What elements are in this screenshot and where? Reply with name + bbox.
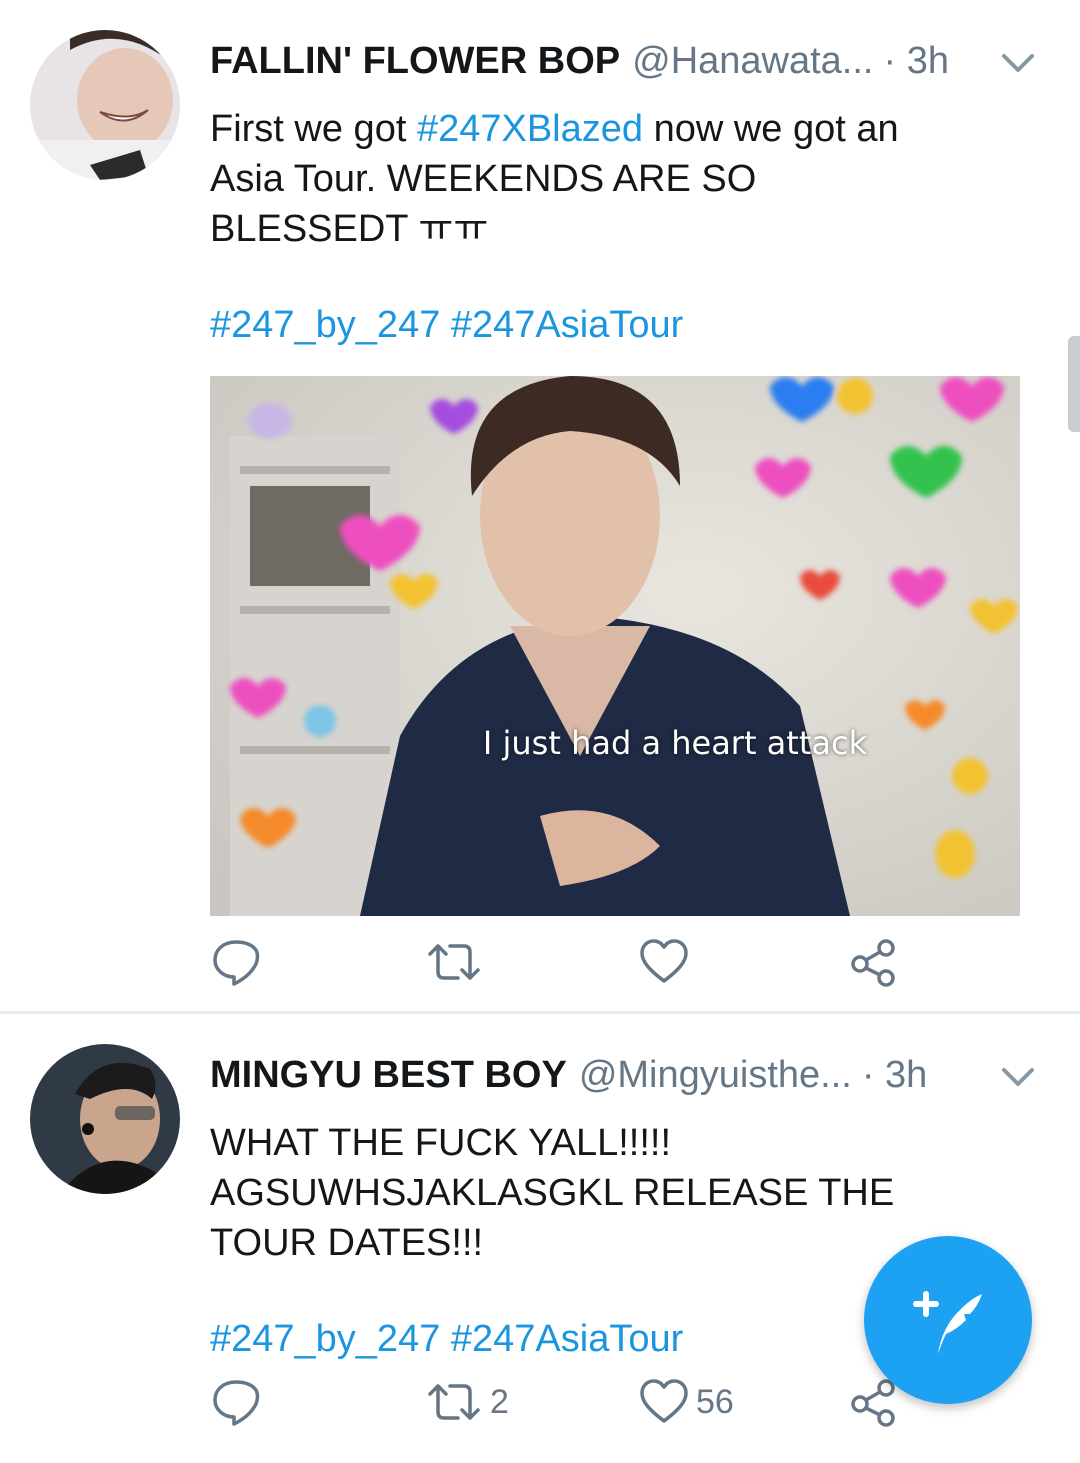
- tweet-actions: 2 56: [210, 1372, 930, 1432]
- retweet-button[interactable]: [424, 932, 490, 992]
- compose-tweet-button[interactable]: [864, 1236, 1032, 1404]
- scrollbar-thumb[interactable]: [1068, 336, 1080, 432]
- reply-button[interactable]: [210, 932, 268, 992]
- tweet-actions: [210, 932, 930, 992]
- like-button[interactable]: [638, 932, 696, 992]
- tweet-text: WHAT THE FUCK YALL!!!!! AGSUWHSJAKLASGKL…: [210, 1122, 895, 1264]
- tweet-image[interactable]: I just had a heart attack: [210, 376, 1020, 916]
- user-handle[interactable]: @Hanawata...: [632, 40, 873, 83]
- like-button[interactable]: 56: [638, 1372, 734, 1432]
- tweet-text: First we got #247XBlazed now we got an A…: [210, 104, 950, 254]
- avatar[interactable]: [30, 1044, 180, 1194]
- share-icon: [848, 936, 900, 988]
- tweet[interactable]: FALLIN' FLOWER BOP @Hanawata... · 3h Fir…: [0, 0, 1080, 1012]
- chevron-down-icon[interactable]: [996, 1062, 1040, 1092]
- retweet-icon: [424, 1376, 484, 1428]
- tweet-text-part: First we got: [210, 108, 417, 150]
- retweet-icon: [424, 936, 484, 988]
- share-button[interactable]: [848, 932, 900, 992]
- share-icon: [848, 1376, 900, 1428]
- user-handle[interactable]: @Mingyuisthe...: [579, 1054, 852, 1097]
- retweet-button[interactable]: 2: [424, 1372, 509, 1432]
- display-name[interactable]: MINGYU BEST BOY: [210, 1054, 567, 1097]
- chevron-down-icon[interactable]: [996, 48, 1040, 78]
- like-count: 56: [696, 1382, 734, 1421]
- like-icon: [638, 936, 690, 988]
- reply-icon: [210, 936, 262, 988]
- hashtags[interactable]: #247_by_247 #247AsiaTour: [210, 300, 683, 350]
- retweet-count: 2: [490, 1382, 509, 1421]
- timestamp: · 3h: [883, 39, 949, 82]
- timestamp: · 3h: [861, 1053, 928, 1096]
- reply-icon: [210, 1376, 262, 1428]
- image-caption: I just had a heart attack: [482, 724, 868, 762]
- hashtags[interactable]: #247_by_247 #247AsiaTour: [210, 1314, 683, 1364]
- avatar[interactable]: [30, 30, 180, 180]
- hashtag-link[interactable]: #247XBlazed: [417, 108, 643, 150]
- reply-button[interactable]: [210, 1372, 268, 1432]
- display-name[interactable]: FALLIN' FLOWER BOP: [210, 40, 620, 83]
- like-icon: [638, 1376, 690, 1428]
